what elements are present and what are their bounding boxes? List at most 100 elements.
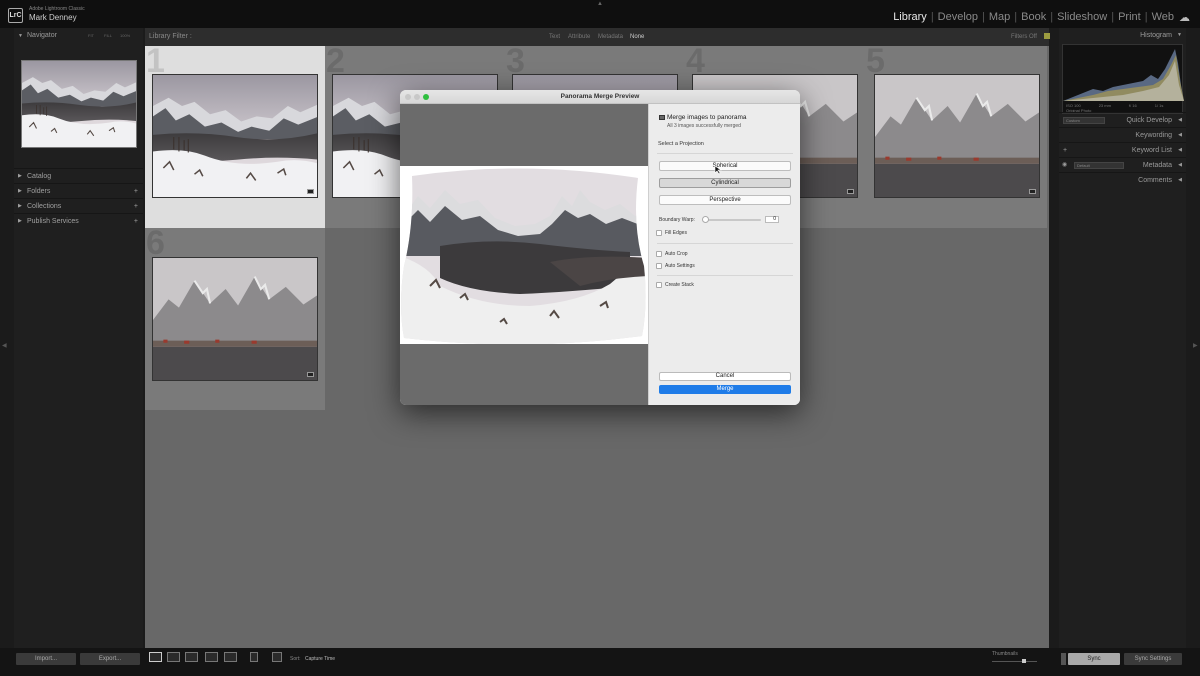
metadata-title: Metadata	[1142, 162, 1172, 169]
painter-icon[interactable]	[250, 652, 258, 662]
catalog-section[interactable]: ▶ Catalog	[14, 168, 143, 183]
dialog-title-bar: Panorama Merge Preview	[400, 90, 800, 104]
left-panel-toggle-icon[interactable]: ◀	[2, 342, 7, 349]
zoom-fill[interactable]: FILL	[104, 29, 112, 43]
publish-services-section[interactable]: ▶ Publish Services +	[14, 213, 143, 228]
survey-view-icon[interactable]	[205, 652, 218, 662]
perspective-button[interactable]: Perspective	[659, 195, 791, 205]
mouse-cursor-icon	[714, 165, 722, 175]
module-web[interactable]: Web	[1152, 11, 1174, 23]
quick-develop-title: Quick Develop	[1126, 117, 1172, 124]
sync-settings-button[interactable]: Sync Settings	[1124, 653, 1182, 665]
comments-title: Comments	[1138, 177, 1172, 184]
create-stack-checkbox[interactable]	[656, 282, 662, 288]
boundary-warp-label: Boundary Warp:	[659, 217, 695, 223]
filter-text[interactable]: Text	[549, 34, 560, 40]
people-view-icon[interactable]	[224, 652, 237, 662]
panel-toggle-up-icon[interactable]: ▲	[597, 1, 603, 7]
thumbnail-size-slider[interactable]	[992, 661, 1037, 662]
module-slideshow[interactable]: Slideshow	[1057, 11, 1107, 23]
boundary-warp-thumb[interactable]	[702, 216, 709, 223]
panorama-icon	[659, 115, 665, 120]
add-collection-icon[interactable]: +	[134, 199, 138, 214]
filter-lock-icon[interactable]	[1044, 33, 1050, 39]
slider-thumb[interactable]	[1022, 659, 1026, 663]
compare-view-icon[interactable]	[185, 652, 198, 662]
quick-develop-header[interactable]: Custom Quick Develop ◀	[1059, 112, 1186, 127]
collections-section[interactable]: ▶ Collections +	[14, 198, 143, 213]
sort-direction-icon[interactable]	[272, 652, 282, 662]
zoom-fit[interactable]: FIT	[88, 29, 94, 43]
cancel-button[interactable]: Cancel	[659, 372, 791, 381]
sync-button[interactable]: Sync	[1068, 653, 1120, 665]
auto-crop-checkbox[interactable]	[656, 251, 662, 257]
histogram-shutter: 1/ 1s	[1154, 103, 1164, 108]
edited-badge-icon	[847, 189, 854, 194]
collapse-triangle-icon: ▼	[1177, 32, 1182, 38]
module-develop[interactable]: Develop	[938, 11, 978, 23]
keywording-header[interactable]: Keywording ◀	[1059, 127, 1186, 142]
expand-triangle-icon: ▶	[18, 218, 22, 224]
grid-cell-1[interactable]: 1	[145, 42, 325, 228]
thumbnail[interactable]	[152, 74, 318, 198]
thumbnails-label: Thumbnails	[992, 651, 1018, 657]
minimize-window-icon[interactable]	[414, 94, 420, 100]
module-print[interactable]: Print	[1118, 11, 1141, 23]
folders-section[interactable]: ▶ Folders +	[14, 183, 143, 198]
histogram[interactable]: ISO 100 23 mm f/ 16 1/ 1s Original Photo	[1062, 44, 1184, 114]
add-publish-service-icon[interactable]: +	[134, 214, 138, 229]
filter-none[interactable]: None	[630, 34, 644, 40]
saved-preset-select[interactable]: Custom	[1063, 117, 1105, 124]
boundary-warp-slider[interactable]	[705, 219, 761, 221]
navigator-preview-image	[22, 61, 136, 147]
module-book[interactable]: Book	[1021, 11, 1046, 23]
merge-button[interactable]: Merge	[659, 385, 791, 394]
metadata-header[interactable]: ◉ Default Metadata ◀	[1059, 157, 1186, 172]
dialog-title: Panorama Merge Preview	[560, 93, 640, 100]
spherical-button[interactable]: Spherical	[659, 161, 791, 171]
module-map[interactable]: Map	[989, 11, 1010, 23]
grid-cell-6[interactable]: 6	[145, 224, 325, 410]
filter-attribute[interactable]: Attribute	[568, 34, 590, 40]
zoom-100[interactable]: 100%	[120, 29, 130, 43]
thumbnail[interactable]	[874, 74, 1040, 198]
grid-view-icon[interactable]	[149, 652, 162, 662]
cloud-icon[interactable]: ☁	[1179, 11, 1190, 24]
zoom-window-icon[interactable]	[423, 94, 429, 100]
keyword-list-header[interactable]: + Keyword List ◀	[1059, 142, 1186, 157]
left-panel: ▼ Navigator FIT FILL 100% ▶ Catalog ▶ Fo…	[14, 28, 143, 648]
add-folder-icon[interactable]: +	[134, 184, 138, 199]
edited-badge-icon	[1029, 189, 1036, 194]
edited-badge-icon	[307, 189, 314, 194]
expand-triangle-icon: ▶	[18, 188, 22, 194]
auto-settings-checkbox[interactable]	[656, 263, 662, 269]
navigator-preview[interactable]	[21, 60, 137, 148]
boundary-warp-value[interactable]: 0	[765, 216, 779, 223]
module-library[interactable]: Library	[893, 11, 927, 23]
export-button[interactable]: Export...	[80, 653, 140, 665]
histogram-title: Histogram	[1140, 32, 1172, 39]
filter-metadata[interactable]: Metadata	[598, 34, 623, 40]
library-filter-title: Library Filter :	[149, 33, 192, 40]
close-window-icon[interactable]	[405, 94, 411, 100]
bottom-toolbar: Import... Export... Sort: Capture Time T…	[0, 648, 1200, 676]
right-panel-toggle-icon[interactable]: ▶	[1193, 342, 1198, 349]
sync-switch[interactable]	[1061, 653, 1066, 665]
library-filter-bar: Library Filter : Text Attribute Metadata…	[145, 28, 1050, 46]
eye-icon: ◉	[1062, 162, 1068, 168]
loupe-view-icon[interactable]	[167, 652, 180, 662]
navigator-header[interactable]: ▼ Navigator FIT FILL 100%	[14, 29, 143, 43]
filters-off[interactable]: Filters Off	[1011, 34, 1037, 40]
panorama-preview-image	[401, 168, 646, 344]
histogram-header[interactable]: Histogram ▼	[1059, 28, 1186, 43]
sort-select[interactable]: Capture Time	[305, 656, 335, 662]
expand-triangle-icon: ◀	[1178, 177, 1182, 183]
thumbnail[interactable]	[152, 257, 318, 381]
comments-header[interactable]: Comments ◀	[1059, 172, 1186, 187]
metadata-preset-select[interactable]: Default	[1074, 162, 1124, 169]
import-button[interactable]: Import...	[16, 653, 76, 665]
fill-edges-checkbox[interactable]	[656, 230, 662, 236]
add-keyword-icon[interactable]: +	[1063, 143, 1067, 158]
cylindrical-button[interactable]: Cylindrical	[659, 178, 791, 188]
grid-cell-5[interactable]: 5	[865, 42, 1047, 228]
